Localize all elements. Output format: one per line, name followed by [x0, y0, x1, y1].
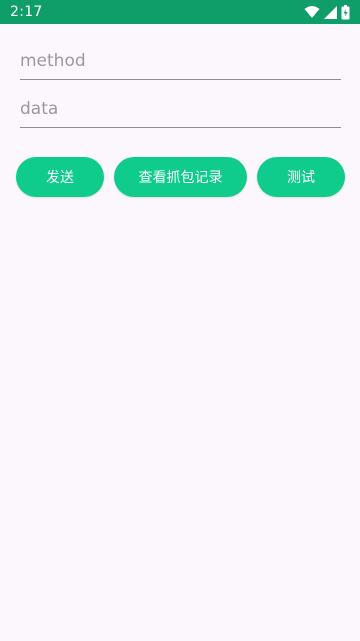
wifi-icon [304, 5, 320, 19]
status-icons [304, 4, 350, 20]
signal-icon [324, 5, 337, 19]
data-input[interactable] [20, 94, 341, 128]
status-bar: 2:17 [0, 0, 360, 24]
method-input[interactable] [20, 46, 341, 80]
send-button[interactable]: 发送 [16, 157, 104, 197]
view-capture-records-button[interactable]: 查看抓包记录 [114, 157, 247, 197]
test-button[interactable]: 测试 [257, 157, 345, 197]
status-time: 2:17 [10, 4, 43, 20]
battery-icon [341, 4, 350, 20]
